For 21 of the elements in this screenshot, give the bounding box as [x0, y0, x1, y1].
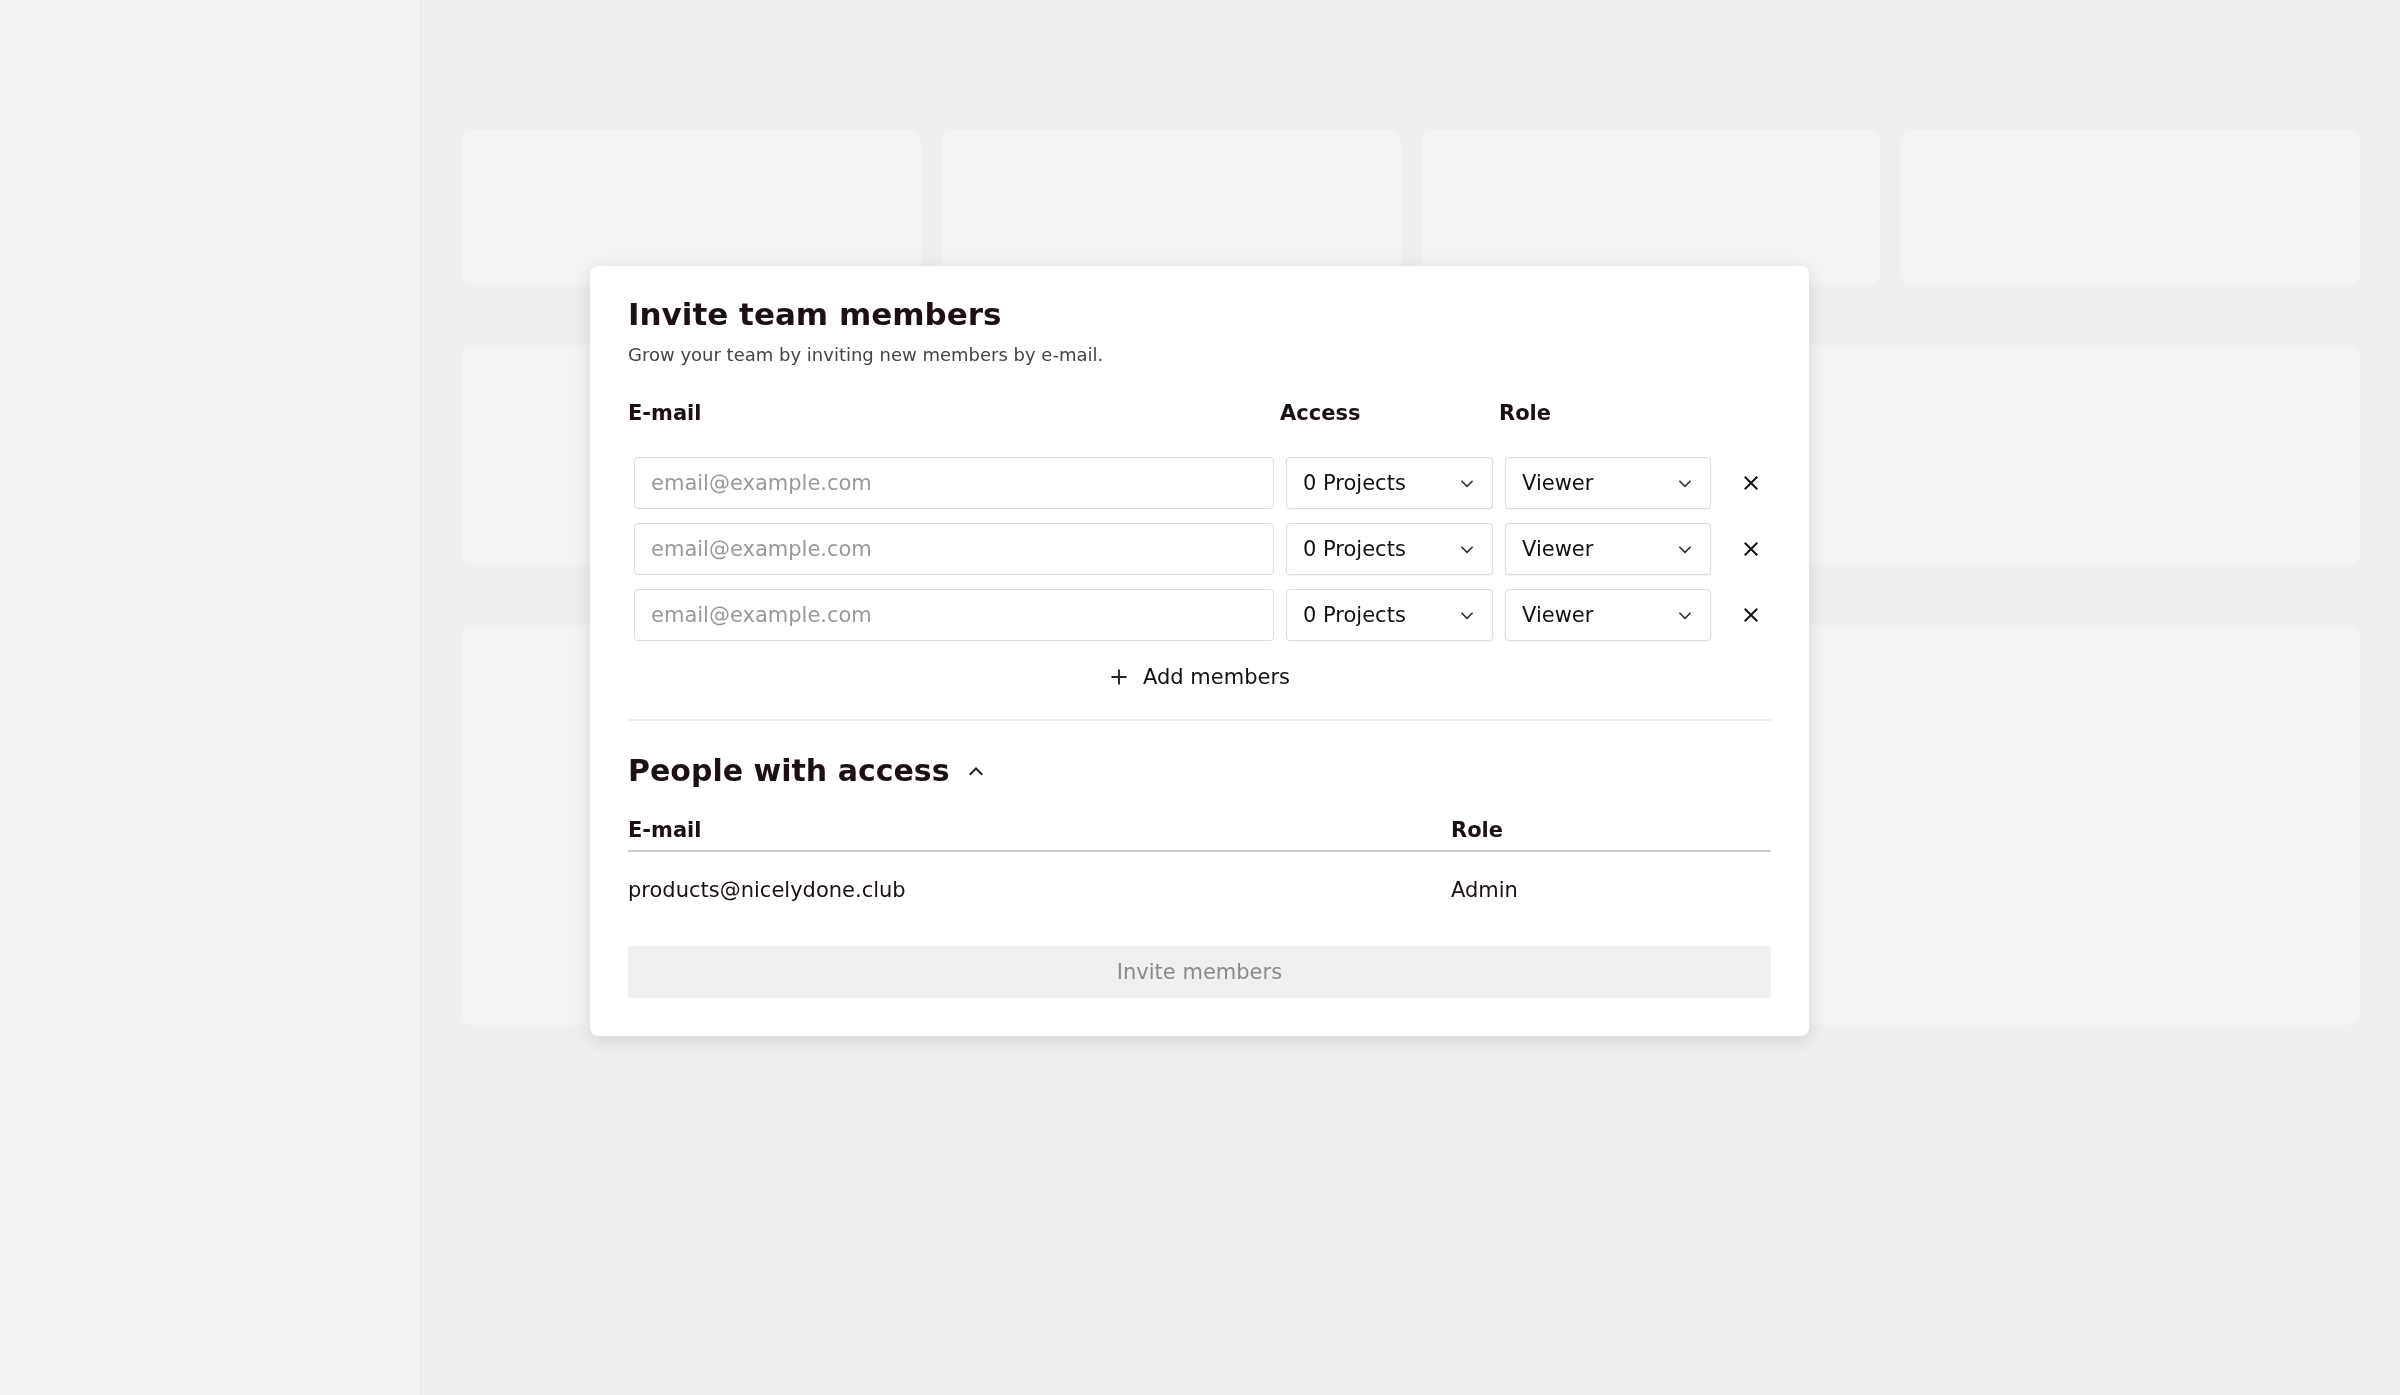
dialog-subtitle: Grow your team by inviting new members by e-mail. — [628, 344, 1105, 366]
role-dropdown[interactable]: Viewer — [1505, 589, 1711, 642]
section-toggle[interactable]: People with access — [628, 753, 986, 789]
column-header: E-mail — [628, 818, 703, 843]
column-header: E-mail — [628, 401, 703, 426]
table-cell-text: Admin — [1451, 878, 1519, 903]
role-dropdown[interactable]: Viewer — [1505, 457, 1711, 510]
role-dropdown[interactable]: Viewer — [1505, 523, 1711, 576]
plus-icon — [1109, 667, 1129, 688]
access-dropdown[interactable]: 0 Projects — [1286, 457, 1493, 510]
dialog-title: Invite team members — [628, 295, 1003, 334]
access-dropdown[interactable]: 0 Projects — [1286, 523, 1493, 576]
column-header: Access — [1280, 401, 1362, 426]
add-members-button[interactable]: Add members — [1105, 661, 1294, 694]
table-cell-text: products@nicelydone.club — [628, 878, 907, 903]
email-field[interactable]: email@example.com — [634, 523, 1274, 576]
email-field[interactable]: email@example.com — [634, 589, 1274, 642]
column-header: Role — [1451, 818, 1505, 843]
access-dropdown[interactable]: 0 Projects — [1286, 589, 1493, 642]
email-field[interactable]: email@example.com — [634, 457, 1274, 510]
column-header: Role — [1499, 401, 1553, 426]
